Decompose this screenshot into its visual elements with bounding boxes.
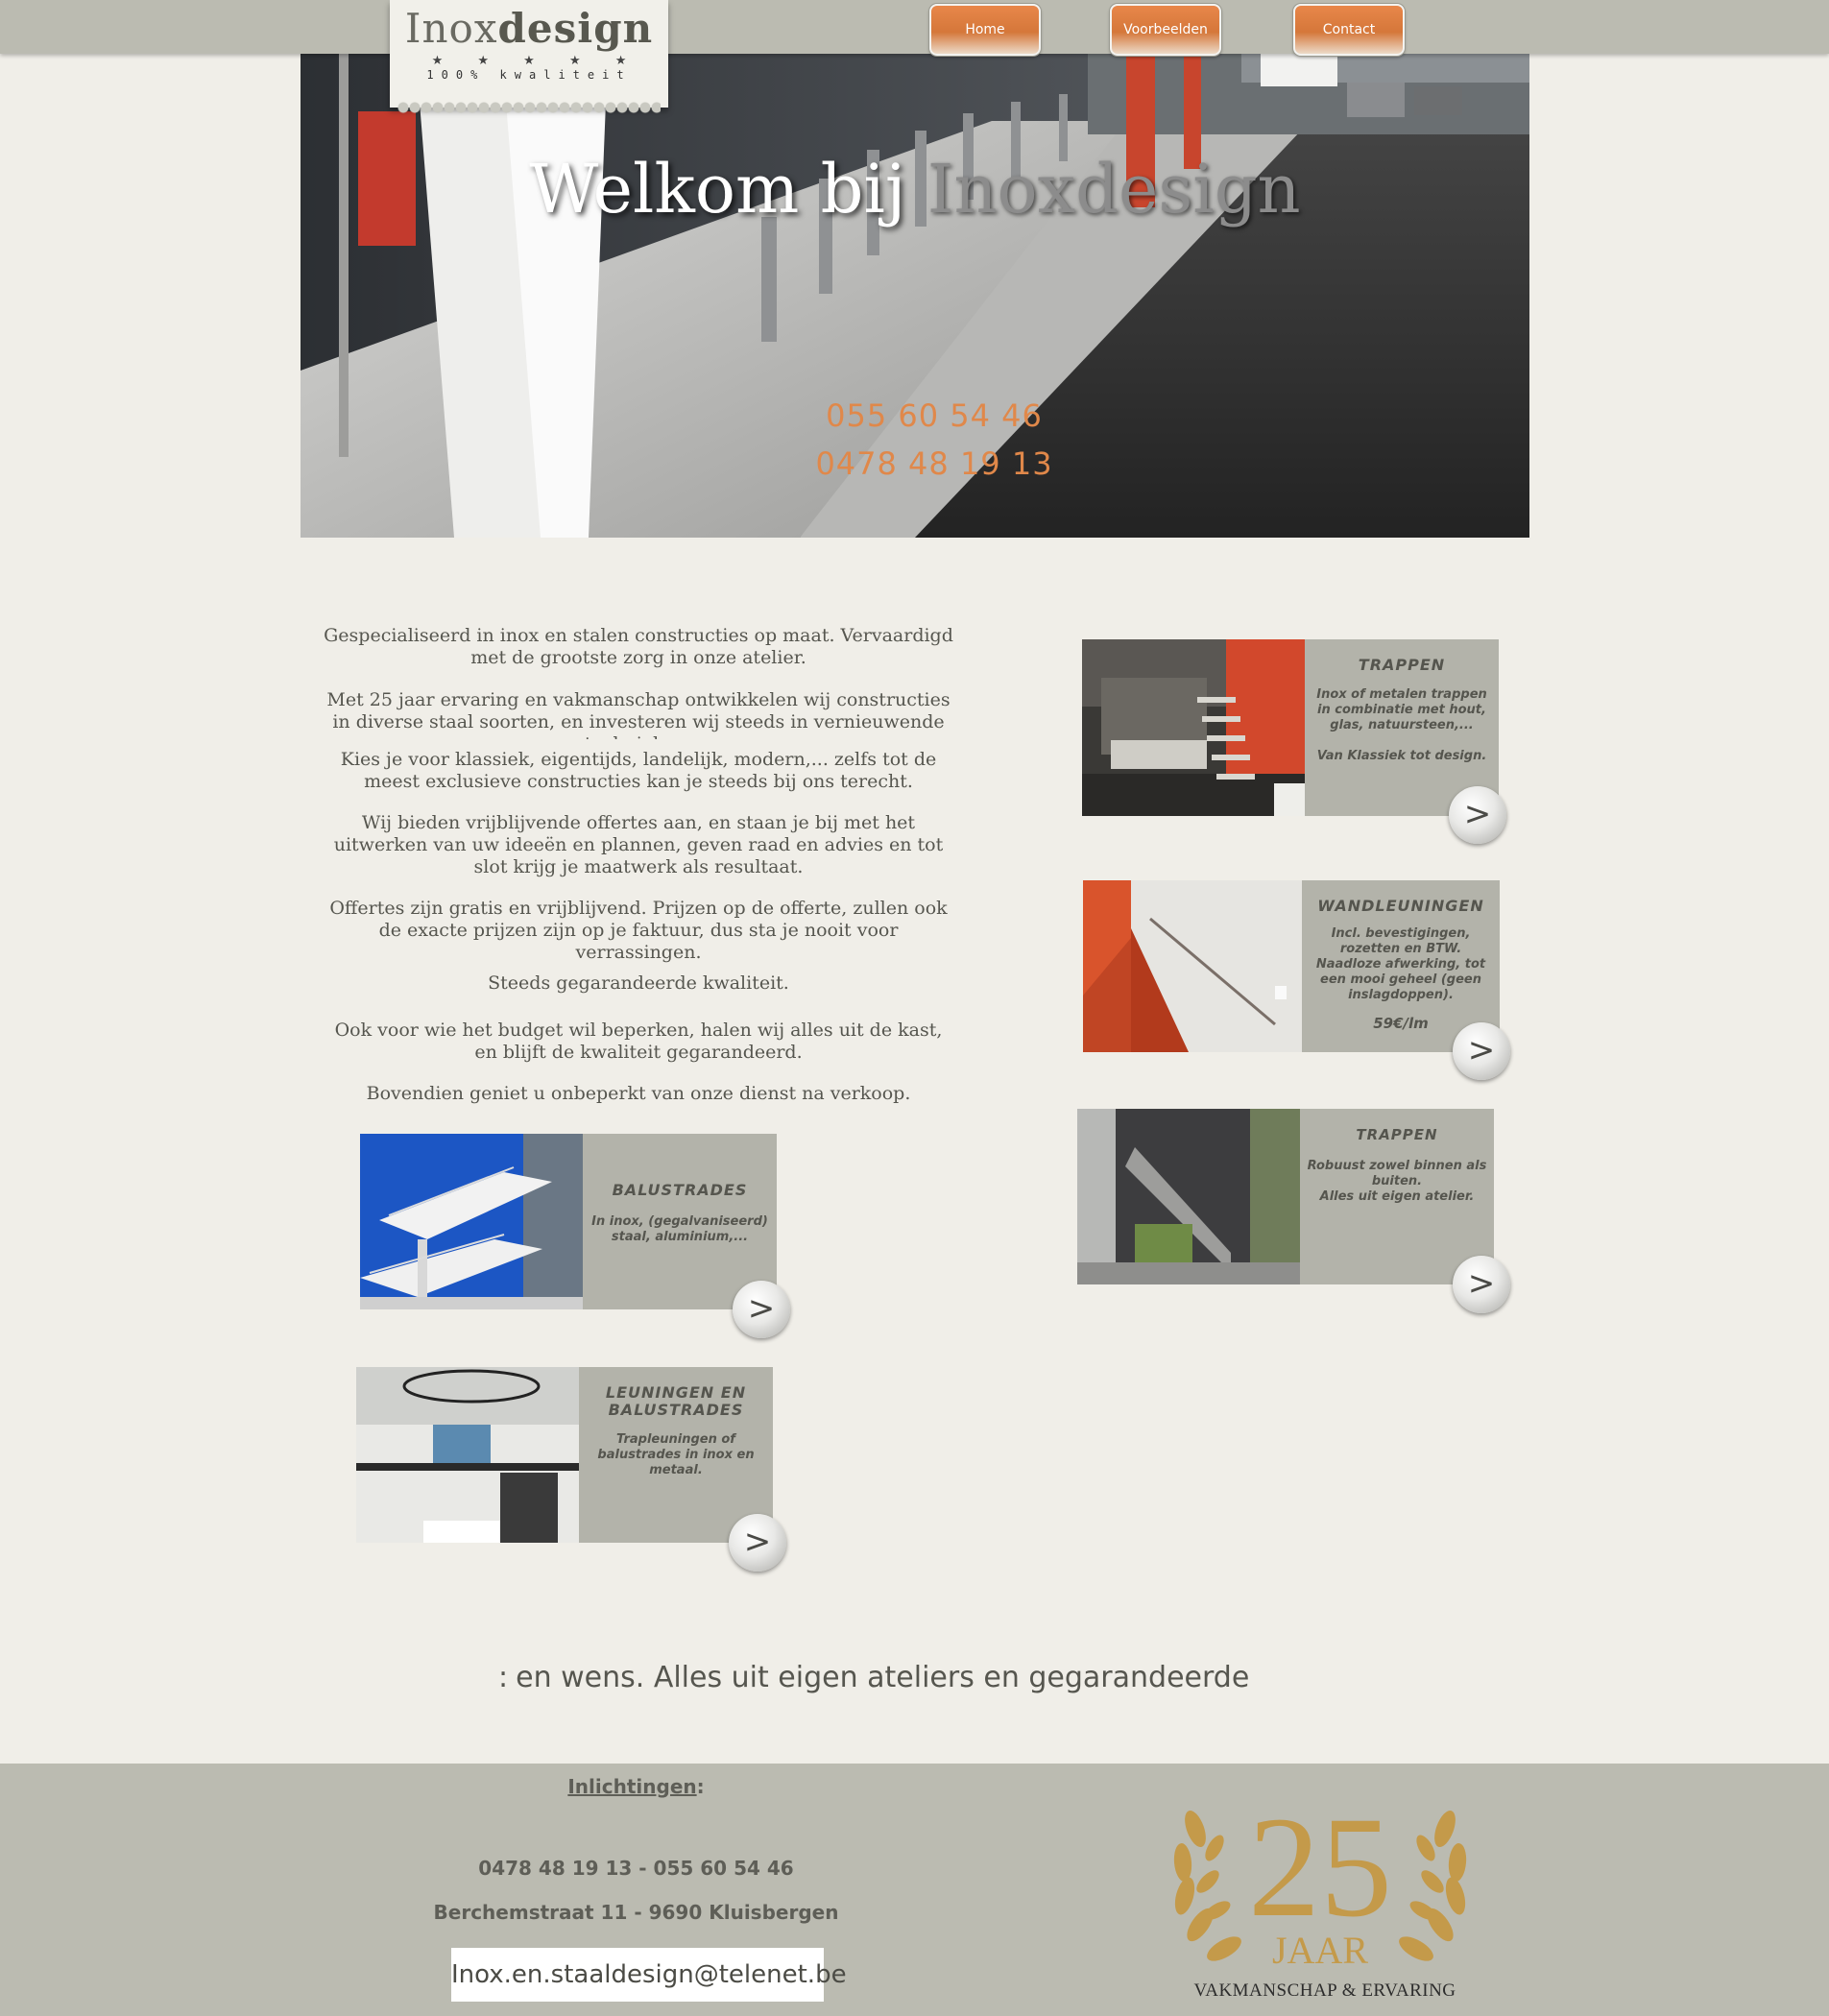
- logo-name: Inoxdesign: [390, 6, 668, 52]
- card-title: TRAPPEN: [1356, 1126, 1438, 1143]
- intro-paragraph-6: Steeds gegarandeerde kwaliteit.: [488, 972, 789, 994]
- intro-paragraph-1: Gespecialiseerd in inox en stalen constr…: [324, 625, 953, 668]
- card-text: TRAPPEN Inox of metalen trappen in combi…: [1305, 639, 1499, 764]
- scrolling-marquee: : en wens. Alles uit eigen ateliers en ge…: [498, 1661, 1305, 1694]
- card-description: Robuust zowel binnen als buiten. Alles u…: [1307, 1159, 1487, 1204]
- site-logo[interactable]: Inoxdesign ★ ★ ★ ★ ★ 100% kwaliteit: [390, 0, 668, 113]
- intro-paragraph-7: Ook voor wie het budget wil beperken, ha…: [334, 1020, 943, 1063]
- intro-paragraph-4: Wij bieden vrijblijvende offertes aan, e…: [333, 812, 944, 877]
- hero-title-part2: Inoxdesign: [927, 150, 1301, 228]
- hero-title-part1: Welkom bij: [529, 150, 927, 228]
- intro-paragraph-3: Kies je voor klassiek, eigentijds, lande…: [340, 749, 937, 792]
- card-trappen-outdoor[interactable]: TRAPPEN Robuust zowel binnen als buiten.…: [1077, 1109, 1494, 1284]
- card-leuningen-balustrades[interactable]: LEUNINGEN EN BALUSTRADES Trapleuningen o…: [356, 1367, 773, 1543]
- card-wandleuningen[interactable]: WANDLEUNINGEN Incl. bevestigingen, rozet…: [1083, 880, 1500, 1052]
- marquee-text: en wens. Alles uit eigen ateliers en geg…: [516, 1661, 1250, 1694]
- footer-email-link[interactable]: Inox.en.staaldesign@telenet.be: [451, 1948, 847, 2002]
- laurel-wreath-icon: 25 JAAR: [1173, 1788, 1467, 1972]
- card-title: WANDLEUNINGEN: [1317, 897, 1484, 915]
- hero-phone-mobile: 0478 48 19 13: [815, 445, 1053, 482]
- card-text: BALUSTRADES In inox, (gegalvaniseerd) st…: [583, 1134, 777, 1245]
- badge-word: JAAR: [1272, 1929, 1368, 1972]
- card-trappen-interior-arrow-button[interactable]: >: [1449, 786, 1506, 844]
- card-photo-atrium: [356, 1367, 579, 1543]
- card-description: Trapleuningen of balustrades in inox en …: [597, 1432, 755, 1477]
- card-trappen-outdoor-arrow-button[interactable]: >: [1453, 1256, 1510, 1313]
- footer: [0, 1764, 1829, 2016]
- top-bar: [0, 0, 1829, 54]
- card-photo-balconies: [360, 1134, 583, 1309]
- badge-number: 25: [1248, 1788, 1392, 1947]
- card-title: TRAPPEN: [1358, 656, 1446, 674]
- anniversary-badge: 25 JAAR VAKMANSCHAP & ERVARING: [1162, 1771, 1479, 2011]
- card-photo-outdoor-stairs: [1077, 1109, 1300, 1284]
- card-leuningen-arrow-button[interactable]: >: [729, 1514, 786, 1572]
- marquee-cutoff: :: [498, 1661, 509, 1694]
- card-description: In inox, (gegalvaniseerd) staal, alumini…: [591, 1214, 768, 1244]
- logo-name-light: Inox: [404, 5, 498, 52]
- footer-address: Berchemstraat 11 - 9690 Kluisbergen: [433, 1901, 839, 1924]
- logo-tagline: 100% kwaliteit: [426, 68, 632, 82]
- card-text: WANDLEUNINGEN Incl. bevestigingen, rozet…: [1302, 880, 1500, 1033]
- card-description: Incl. bevestigingen, rozetten en BTW. Na…: [1315, 926, 1486, 1002]
- footer-phones: 0478 48 19 13 - 055 60 54 46: [478, 1857, 794, 1880]
- footer-heading-label: Inlichtingen: [567, 1775, 697, 1798]
- card-title: BALUSTRADES: [612, 1181, 748, 1199]
- card-trappen-interior[interactable]: TRAPPEN Inox of metalen trappen in combi…: [1082, 639, 1499, 816]
- card-title: LEUNINGEN EN BALUSTRADES: [605, 1383, 747, 1419]
- card-balustrades-arrow-button[interactable]: >: [733, 1281, 790, 1338]
- hero-title: Welkom bij Inoxdesign: [301, 150, 1529, 228]
- card-wandleuningen-arrow-button[interactable]: >: [1453, 1022, 1510, 1080]
- nav-contact-button[interactable]: Contact: [1293, 4, 1405, 56]
- hero-banner: Welkom bij Inoxdesign 055 60 54 46 0478 …: [301, 54, 1529, 538]
- badge-caption: VAKMANSCHAP & ERVARING: [1193, 1980, 1456, 2001]
- card-text: TRAPPEN Robuust zowel binnen als buiten.…: [1300, 1109, 1494, 1205]
- logo-name-bold: design: [497, 5, 654, 52]
- footer-heading-colon: :: [696, 1775, 705, 1798]
- card-text: LEUNINGEN EN BALUSTRADES Trapleuningen o…: [579, 1367, 773, 1478]
- footer-heading: Inlichtingen:: [432, 1775, 840, 1798]
- nav-voorbeelden-button[interactable]: Voorbeelden: [1110, 4, 1221, 56]
- nav-home-button[interactable]: Home: [929, 4, 1041, 56]
- card-photo-interior-stairs: [1082, 639, 1305, 816]
- logo-stars: ★ ★ ★ ★ ★: [431, 54, 642, 68]
- hero-phone-landline: 055 60 54 46: [826, 397, 1043, 434]
- card-description: Inox of metalen trappen in combinatie me…: [1316, 687, 1487, 763]
- intro-paragraph-5: Offertes zijn gratis en vrijblijvend. Pr…: [329, 898, 948, 963]
- intro-paragraph-8: Bovendien geniet u onbeperkt van onze di…: [366, 1083, 911, 1104]
- card-balustrades[interactable]: BALUSTRADES In inox, (gegalvaniseerd) st…: [360, 1134, 777, 1309]
- logo-scallop-edge: [397, 102, 661, 113]
- card-photo-handrail: [1083, 880, 1302, 1052]
- intro-paragraph-2: Met 25 jaar ervaring en vakmanschap ontw…: [326, 689, 951, 739]
